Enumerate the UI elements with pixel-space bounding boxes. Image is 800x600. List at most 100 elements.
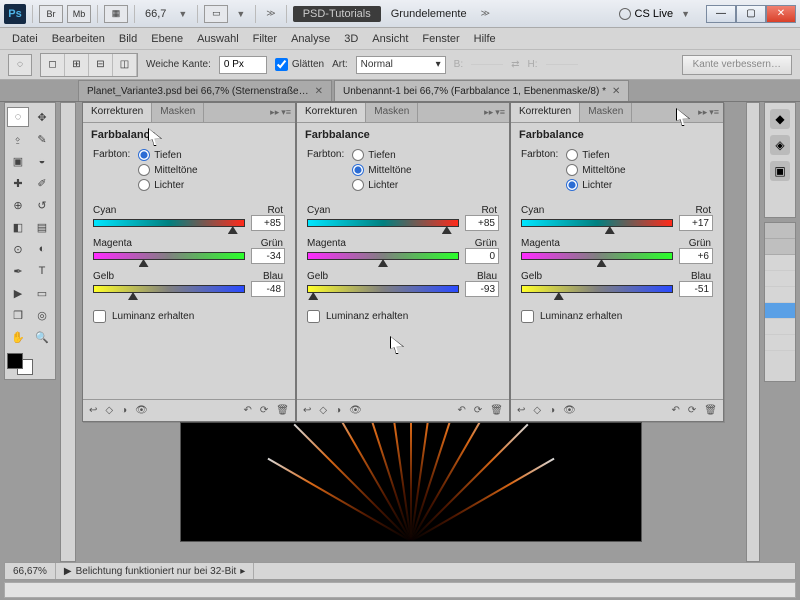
value-cyan-rot[interactable]: +17 xyxy=(679,215,713,231)
marquee-tool[interactable]: ◌ xyxy=(7,107,29,127)
styles-panel-icon[interactable]: ▣ xyxy=(770,161,790,181)
value-gelb-blau[interactable]: -51 xyxy=(679,281,713,297)
slider-cyan-rot[interactable] xyxy=(307,219,459,227)
overflow-icon[interactable]: ≫ xyxy=(262,8,279,19)
arrange-button[interactable]: ▭ xyxy=(204,5,228,23)
reset-icon[interactable]: ⟳ xyxy=(688,405,696,416)
tab-masken[interactable]: Masken xyxy=(366,103,418,122)
crop-tool[interactable]: ▣ xyxy=(7,151,29,171)
panel-menu-icon[interactable]: ▾≡ xyxy=(495,107,505,118)
canvas[interactable] xyxy=(180,422,642,542)
slider-gelb-blau[interactable] xyxy=(307,285,459,293)
radio-tiefen[interactable]: Tiefen xyxy=(352,149,411,161)
style-select[interactable]: Normal▾ xyxy=(356,56,446,74)
selection-intersect-icon[interactable]: ◫ xyxy=(113,54,137,76)
visibility-icon[interactable]: 👁 xyxy=(349,405,362,416)
healing-tool[interactable]: ✚ xyxy=(7,173,29,193)
reset-icon[interactable]: ⟳ xyxy=(260,405,268,416)
shape-tool[interactable]: ▭ xyxy=(31,283,53,303)
clip-icon[interactable]: ◑ xyxy=(549,405,555,416)
slider-gelb-blau[interactable] xyxy=(93,285,245,293)
zoom-dropdown-icon[interactable]: ▼ xyxy=(174,9,191,19)
value-cyan-rot[interactable]: +85 xyxy=(251,215,285,231)
gradient-tool[interactable]: ▤ xyxy=(31,217,53,237)
panel-menu-icon[interactable]: ▾≡ xyxy=(281,107,291,118)
back-icon[interactable]: ↩ xyxy=(517,405,525,416)
slider-gelb-blau[interactable] xyxy=(521,285,673,293)
stamp-tool[interactable]: ⊕ xyxy=(7,195,29,215)
document-tab-2[interactable]: Unbenannt-1 bei 66,7% (Farbbalance 1, Eb… xyxy=(334,80,629,101)
pen-tool[interactable]: ✒ xyxy=(7,261,29,281)
preserve-luminance-checkbox[interactable]: Luminanz erhalten xyxy=(307,310,499,323)
clip-icon[interactable]: ◑ xyxy=(121,405,127,416)
status-zoom[interactable]: 66,67% xyxy=(5,563,56,579)
zoom-tool[interactable]: 🔍 xyxy=(31,327,53,347)
menu-bearbeiten[interactable]: Bearbeiten xyxy=(52,33,105,45)
menu-3d[interactable]: 3D xyxy=(344,33,358,45)
close-icon[interactable]: ✕ xyxy=(612,86,620,97)
tab-korrekturen[interactable]: Korrekturen xyxy=(83,103,152,122)
feather-input[interactable] xyxy=(219,56,267,74)
selection-new-icon[interactable]: ◻ xyxy=(41,54,65,76)
tab-masken[interactable]: Masken xyxy=(580,103,632,122)
radio-tiefen[interactable]: Tiefen xyxy=(138,149,197,161)
expand-icon[interactable]: ◇ xyxy=(105,405,113,416)
back-icon[interactable]: ↩ xyxy=(303,405,311,416)
chevron-right-icon[interactable]: ▸ xyxy=(240,566,245,577)
trash-icon[interactable]: 🗑 xyxy=(704,405,717,416)
panel-collapse-icon[interactable]: ▸▸ xyxy=(698,107,707,118)
foreground-swatch[interactable] xyxy=(7,353,23,369)
panel-collapse-icon[interactable]: ▸▸ xyxy=(484,107,493,118)
value-cyan-rot[interactable]: +85 xyxy=(465,215,499,231)
close-icon[interactable]: ✕ xyxy=(315,86,323,97)
color-swatches[interactable] xyxy=(7,349,53,375)
value-magenta-gruen[interactable]: -34 xyxy=(251,248,285,264)
preserve-luminance-checkbox[interactable]: Luminanz erhalten xyxy=(521,310,713,323)
menu-fenster[interactable]: Fenster xyxy=(422,33,459,45)
radio-mitteltoene[interactable]: Mitteltöne xyxy=(566,164,625,176)
menu-hilfe[interactable]: Hilfe xyxy=(474,33,496,45)
menu-auswahl[interactable]: Auswahl xyxy=(197,33,239,45)
antialias-checkbox[interactable]: Glätten xyxy=(275,58,324,71)
workspace-overflow-icon[interactable]: ≫ xyxy=(477,8,494,19)
workspace-pill[interactable]: PSD-Tutorials xyxy=(293,6,381,22)
move-tool[interactable]: ✥ xyxy=(31,107,53,127)
menu-bild[interactable]: Bild xyxy=(119,33,137,45)
workspace-secondary[interactable]: Grundelemente xyxy=(385,8,473,20)
window-maximize-button[interactable]: ▢ xyxy=(736,5,766,23)
radio-mitteltoene[interactable]: Mitteltöne xyxy=(352,164,411,176)
quickselect-tool[interactable]: ✎ xyxy=(31,129,53,149)
eraser-tool[interactable]: ◧ xyxy=(7,217,29,237)
clip-icon[interactable]: ◑ xyxy=(335,405,341,416)
refine-edge-button[interactable]: Kante verbessern… xyxy=(682,55,792,75)
preserve-luminance-checkbox[interactable]: Luminanz erhalten xyxy=(93,310,285,323)
menu-ansicht[interactable]: Ansicht xyxy=(372,33,408,45)
radio-lichter[interactable]: Lichter xyxy=(566,179,625,191)
path-select-tool[interactable]: ▶ xyxy=(7,283,29,303)
brush-tool[interactable]: ✐ xyxy=(31,173,53,193)
3d-tool[interactable]: ❒ xyxy=(7,305,29,325)
trash-icon[interactable]: 🗑 xyxy=(276,405,289,416)
value-gelb-blau[interactable]: -48 xyxy=(251,281,285,297)
slider-cyan-rot[interactable] xyxy=(521,219,673,227)
menu-analyse[interactable]: Analyse xyxy=(291,33,330,45)
color-panel-icon[interactable]: ◆ xyxy=(770,109,790,129)
dodge-tool[interactable]: ◐ xyxy=(31,239,53,259)
document-tab-1[interactable]: Planet_Variante3.psd bei 66,7% (Sternens… xyxy=(78,80,332,101)
cslive-label[interactable]: CS Live xyxy=(635,8,674,20)
tab-korrekturen[interactable]: Korrekturen xyxy=(511,103,580,122)
prev-icon[interactable]: ↶ xyxy=(458,405,466,416)
radio-lichter[interactable]: Lichter xyxy=(138,179,197,191)
zoom-level[interactable]: 66,7 xyxy=(141,8,170,20)
tab-korrekturen[interactable]: Korrekturen xyxy=(297,103,366,122)
panel-collapse-icon[interactable]: ▸▸ xyxy=(270,107,279,118)
swatches-panel-icon[interactable]: ◈ xyxy=(770,135,790,155)
menu-ebene[interactable]: Ebene xyxy=(151,33,183,45)
visibility-icon[interactable]: 👁 xyxy=(563,405,576,416)
back-icon[interactable]: ↩ xyxy=(89,405,97,416)
collapsed-panel-right[interactable] xyxy=(746,102,760,562)
hand-tool[interactable]: ✋ xyxy=(7,327,29,347)
3d-camera-tool[interactable]: ◎ xyxy=(31,305,53,325)
lasso-tool[interactable]: ⍚ xyxy=(7,129,29,149)
expand-icon[interactable]: ◇ xyxy=(319,405,327,416)
